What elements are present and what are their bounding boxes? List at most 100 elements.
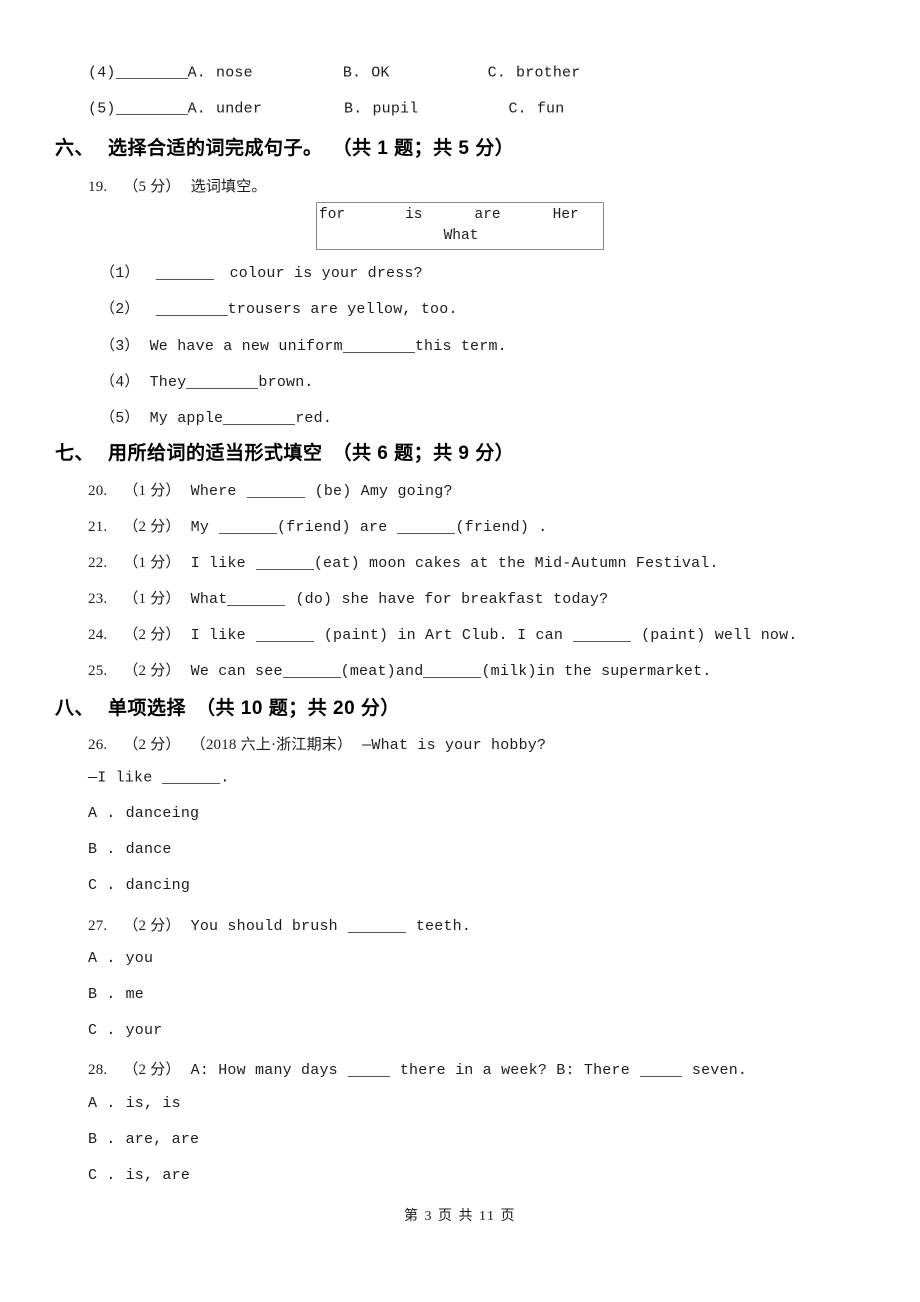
question-27-option-a[interactable]: A . you — [88, 950, 153, 967]
carryover-opt-4-b-letter: B. — [342, 64, 362, 82]
question-25-score: （2 分） — [123, 663, 181, 679]
word-bank-word-her[interactable]: Her — [553, 207, 579, 223]
question-27-option-c[interactable]: C . your — [88, 1022, 162, 1039]
word-bank-word-for[interactable]: for — [319, 207, 345, 223]
carryover-opt-5-a-letter: A. — [187, 100, 207, 118]
question-25-part2: (meat)and — [340, 663, 424, 680]
option-text: dance — [125, 841, 172, 858]
carryover-opt-4-c-text: brother — [516, 64, 581, 82]
question-24-score: （2 分） — [123, 627, 181, 643]
option-letter: A . — [88, 1095, 116, 1112]
question-27-blank[interactable] — [347, 917, 406, 933]
section-6-number: 六、 — [55, 138, 95, 159]
question-24: 24. （2 分） I like (paint) in Art Club. I can… — [88, 623, 798, 644]
question-24-blank-2[interactable] — [573, 626, 632, 642]
carryover-blank-5[interactable] — [115, 100, 188, 116]
carryover-label-4: (4) — [88, 64, 116, 82]
exam-page: (4) A. nose B. OK C. brother (5) A. under B. pupil… — [0, 0, 920, 1302]
section-heading-6: 六、 选择合适的词完成句子。 （共 1 题；共 5 分） — [55, 133, 514, 160]
sub-2-label: （2） — [100, 301, 140, 318]
question-21-part1: My — [190, 519, 210, 536]
carryover-item-4: (4) A. nose B. OK C. brother — [88, 64, 580, 82]
question-28-part1: A: How many days — [190, 1062, 338, 1079]
question-19-prompt: 选词填空。 — [190, 179, 267, 195]
option-text: dancing — [125, 877, 191, 894]
section-8-title: 单项选择 — [108, 698, 187, 719]
section-7-meta: （共 6 题；共 9 分） — [332, 443, 515, 464]
question-26-blank[interactable] — [162, 769, 221, 785]
sub-4-before: They — [149, 374, 187, 391]
sub-1-blank[interactable] — [155, 264, 214, 280]
question-27-score: （2 分） — [123, 918, 181, 934]
question-26-option-a[interactable]: A . danceing — [88, 805, 199, 822]
sub-2-blank[interactable] — [155, 300, 228, 316]
question-26-option-c[interactable]: C . dancing — [88, 877, 190, 894]
question-23-number: 23. — [88, 591, 108, 607]
question-19-header: 19. （5 分） 选词填空。 — [88, 175, 267, 196]
question-28-option-a[interactable]: A . is, is — [88, 1095, 181, 1112]
sub-3-blank[interactable] — [342, 337, 415, 353]
question-25-blank-2[interactable] — [423, 662, 482, 678]
word-bank-row-2: What — [317, 228, 603, 244]
question-24-blank-1[interactable] — [255, 626, 314, 642]
question-20-part1: Where — [190, 483, 237, 500]
carryover-opt-5-c-text: fun — [536, 100, 565, 118]
question-22-blank[interactable] — [255, 554, 314, 570]
option-text: is, are — [125, 1167, 191, 1184]
sub-1-after: colour is your dress? — [229, 265, 423, 282]
question-23-blank[interactable] — [227, 590, 286, 606]
option-letter: C . — [88, 1167, 116, 1184]
question-22-part2: (eat) moon cakes at the Mid-Autumn Festi… — [313, 555, 719, 572]
word-bank-box: for is are Her What — [316, 202, 604, 250]
carryover-opt-4-b-text: OK — [371, 64, 390, 82]
question-28-option-c[interactable]: C . is, are — [88, 1167, 190, 1184]
question-24-number: 24. — [88, 627, 108, 643]
question-21-blank-2[interactable] — [397, 518, 456, 534]
question-28-number: 28. — [88, 1062, 108, 1078]
sub-3-label: （3） — [100, 338, 140, 355]
question-27-option-b[interactable]: B . me — [88, 986, 144, 1003]
question-22: 22. （1 分） I like (eat) moon cakes at the Mi… — [88, 551, 719, 572]
sub-4-label: （4） — [100, 374, 140, 391]
option-letter: A . — [88, 805, 116, 822]
carryover-opt-5-b-letter: B. — [344, 100, 363, 118]
sub-5-blank[interactable] — [223, 409, 296, 425]
question-20-number: 20. — [88, 483, 108, 499]
question-20: 20. （1 分） Where (be) Amy going? — [88, 479, 453, 500]
sub-4-blank[interactable] — [186, 373, 259, 389]
option-letter: B . — [88, 1131, 116, 1148]
word-bank-word-is[interactable]: is — [405, 207, 422, 223]
question-19-sub-3: （3） We have a new uniform this term. — [100, 334, 507, 355]
sub-5-before: My apple — [149, 410, 224, 427]
question-28-part3: seven. — [691, 1062, 748, 1079]
section-8-meta: （共 10 题；共 20 分） — [196, 698, 400, 719]
question-26-number: 26. — [88, 737, 108, 753]
question-26-line2-after: . — [220, 769, 230, 787]
question-21-blank-1[interactable] — [219, 518, 278, 534]
question-24-part2: (paint) in Art Club. I can — [323, 627, 564, 644]
option-letter: C . — [88, 877, 116, 894]
carryover-blank-4[interactable] — [115, 64, 188, 80]
section-heading-7: 七、 用所给词的适当形式填空 （共 6 题；共 9 分） — [55, 438, 514, 465]
section-6-title: 选择合适的词完成句子。 — [108, 138, 323, 159]
option-letter: B . — [88, 841, 116, 858]
question-20-blank[interactable] — [246, 482, 305, 498]
question-21-part2: (friend) are — [277, 519, 388, 536]
question-28-option-b[interactable]: B . are, are — [88, 1131, 199, 1148]
sub-3-before: We have a new uniform — [149, 338, 343, 355]
page-footer: 第 3 页 共 11 页 — [404, 1209, 516, 1224]
carryover-item-5: (5) A. under B. pupil C. fun — [88, 100, 564, 118]
question-26-option-b[interactable]: B . dance — [88, 841, 172, 858]
question-25-blank-1[interactable] — [282, 662, 341, 678]
word-bank-word-are[interactable]: are — [475, 207, 501, 223]
option-text: is, is — [125, 1095, 181, 1112]
word-bank-word-what[interactable]: What — [444, 228, 479, 244]
carryover-label-5: (5) — [88, 100, 116, 118]
option-text: are, are — [125, 1131, 200, 1148]
question-28-blank-2[interactable] — [639, 1061, 682, 1077]
question-28-blank-1[interactable] — [347, 1061, 390, 1077]
question-20-score: （1 分） — [123, 483, 181, 499]
question-25-part1: We can see — [190, 663, 283, 680]
question-26-stem: 26. （2 分） （2018 六上·浙江期末） —What is your hobb… — [88, 733, 546, 754]
question-19-sub-4: （4） They brown. — [100, 370, 314, 391]
